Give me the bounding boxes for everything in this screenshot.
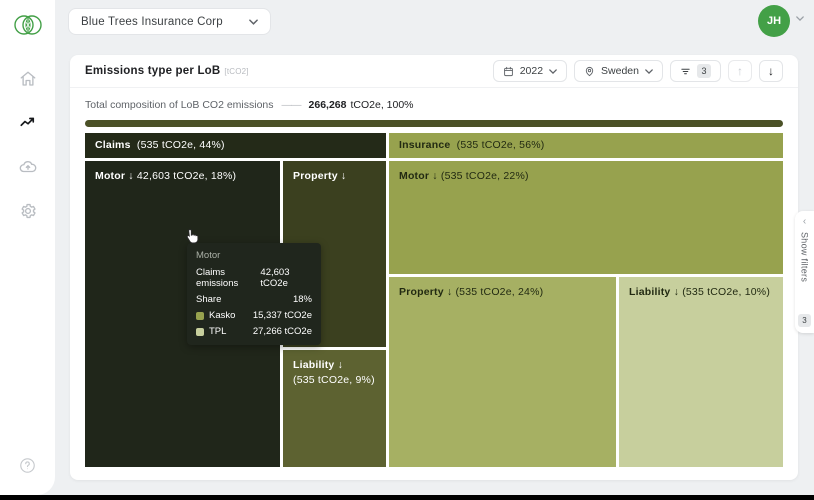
sidebar-item-upload[interactable] <box>19 158 37 176</box>
group-info: (535 tCO2e, 56%) <box>456 139 545 151</box>
tooltip-row: Kasko 15,337 tCO2e <box>196 310 312 321</box>
total-value: 266,268 <box>308 99 347 111</box>
tooltip-row-value: 27,266 tCO2e <box>252 326 312 337</box>
region-filter-label: Sweden <box>601 65 639 77</box>
sidebar-item-home[interactable] <box>19 70 37 88</box>
filter-lines-icon <box>681 68 690 74</box>
year-filter-label: 2022 <box>519 65 544 77</box>
chart-tooltip: Motor Claims emissions 42,603 tCO2e Shar… <box>187 243 321 345</box>
drill-down-arrow-icon: ↓ <box>128 170 134 182</box>
tpl-color-swatch <box>196 327 204 336</box>
cell-label: Property <box>399 286 444 298</box>
tooltip-row-value: 18% <box>292 294 312 305</box>
cell-info: 42,603 tCO2e, 18%) <box>136 170 237 182</box>
treemap-group-insurance[interactable]: Insurance (535 tCO2e, 56%) <box>389 133 783 158</box>
show-filters-label: Show filters <box>799 232 810 283</box>
home-icon <box>20 71 35 86</box>
cloud-upload-icon <box>19 161 36 173</box>
drill-down-arrow-icon: ↓ <box>446 286 453 298</box>
treemap-cell-insurance-motor[interactable]: Motor ↓ (535 tCO2e, 22%) <box>389 161 783 274</box>
chevron-down-icon <box>248 18 258 25</box>
total-suffix: tCO2e, 100% <box>350 99 414 111</box>
drill-down-arrow-icon: ↓ <box>337 359 344 371</box>
show-filters-tab[interactable]: ‹ Show filters 3 <box>795 211 814 333</box>
tooltip-row-label: Kasko <box>209 310 236 321</box>
total-composition-row: Total composition of LoB CO2 emissions —… <box>70 88 798 118</box>
treemap-cell-insurance-liability[interactable]: Liability ↓ (535 tCO2e, 10%) <box>619 277 783 467</box>
cell-info: (535 tCO2e, 22%) <box>440 170 529 182</box>
bottom-bar <box>0 495 814 500</box>
tooltip-row-value: 42,603 tCO2e <box>260 267 290 289</box>
group-label: Claims <box>95 139 131 151</box>
drill-down-arrow-icon: ↓ <box>673 286 680 298</box>
cell-label: Liability <box>629 286 671 298</box>
tooltip-row: Share 18% <box>196 294 312 305</box>
tooltip-row-label: Share <box>196 294 222 305</box>
company-selector-label: Blue Trees Insurance Corp <box>81 15 223 28</box>
cell-info: (535 tCO2e, 10%) <box>682 286 771 298</box>
total-composition-label: Total composition of LoB CO2 emissions <box>85 99 274 111</box>
calendar-icon <box>503 66 513 76</box>
trend-chart-icon <box>19 117 34 127</box>
cell-info: (535 tCO2e, 9%) <box>293 374 375 386</box>
tooltip-row: Claims emissions 42,603 tCO2e <box>196 267 312 289</box>
sidebar <box>0 0 55 495</box>
filter-count-badge: 3 <box>697 64 711 78</box>
user-avatar[interactable]: JH <box>758 5 790 37</box>
emissions-panel: Emissions type per LoB [tCO2] 2022 Sweden <box>70 55 798 480</box>
move-up-button[interactable]: ↑ <box>728 60 752 82</box>
app-logo[interactable] <box>12 8 44 42</box>
panel-header: Emissions type per LoB [tCO2] 2022 Sweden <box>70 55 798 88</box>
gear-icon <box>20 203 36 219</box>
mouse-cursor-hand-icon <box>186 228 199 244</box>
tooltip-row-label: Claims emissions <box>196 267 239 289</box>
treemap-group-claims[interactable]: Claims (535 tCO2e, 44%) <box>85 133 386 158</box>
treemap-cell-insurance-property[interactable]: Property ↓ (535 tCO2e, 24%) <box>389 277 616 467</box>
tooltip-row-label: TPL <box>209 326 227 337</box>
company-selector[interactable]: Blue Trees Insurance Corp <box>68 8 271 35</box>
help-icon <box>19 458 35 473</box>
sidebar-item-analytics[interactable] <box>19 114 37 132</box>
chevron-left-icon: ‹ <box>802 216 807 227</box>
year-filter-button[interactable]: 2022 <box>492 60 568 82</box>
sidebar-item-help[interactable] <box>19 457 37 475</box>
cell-label: Motor <box>399 170 430 182</box>
treemap-cell-claims-liability[interactable]: Liability ↓ (535 tCO2e, 9%) <box>283 350 386 467</box>
chevron-down-icon <box>645 68 653 74</box>
total-composition-bar <box>85 120 783 127</box>
leaf-circles-logo-icon <box>13 15 42 35</box>
group-label: Insurance <box>399 139 451 151</box>
region-filter-button[interactable]: Sweden <box>574 60 663 82</box>
group-info: (535 tCO2e, 44%) <box>136 139 225 151</box>
cell-info: (535 tCO2e, 24%) <box>455 286 544 298</box>
drill-down-arrow-icon: ↓ <box>340 170 347 182</box>
chevron-down-icon <box>549 68 557 74</box>
cell-label: Property <box>293 170 338 182</box>
show-filters-count-badge: 3 <box>798 314 811 327</box>
cell-label: Motor <box>95 170 126 182</box>
panel-title-unit: [tCO2] <box>224 67 249 76</box>
panel-title: Emissions type per LoB [tCO2] <box>85 65 249 77</box>
tooltip-row: TPL 27,266 tCO2e <box>196 326 312 337</box>
tooltip-title: Motor <box>196 250 221 261</box>
tooltip-row-value: 15,337 tCO2e <box>252 310 312 321</box>
total-dash: —— <box>281 99 302 111</box>
drill-down-arrow-icon: ↓ <box>432 170 438 182</box>
filters-button[interactable]: 3 <box>670 60 721 82</box>
sidebar-item-settings[interactable] <box>19 202 37 220</box>
cell-label: Liability <box>293 359 335 371</box>
location-pin-icon <box>585 66 594 76</box>
kasko-color-swatch <box>196 311 204 320</box>
avatar-chevron-down-icon[interactable] <box>796 16 804 21</box>
move-down-button[interactable]: ↓ <box>759 60 783 82</box>
